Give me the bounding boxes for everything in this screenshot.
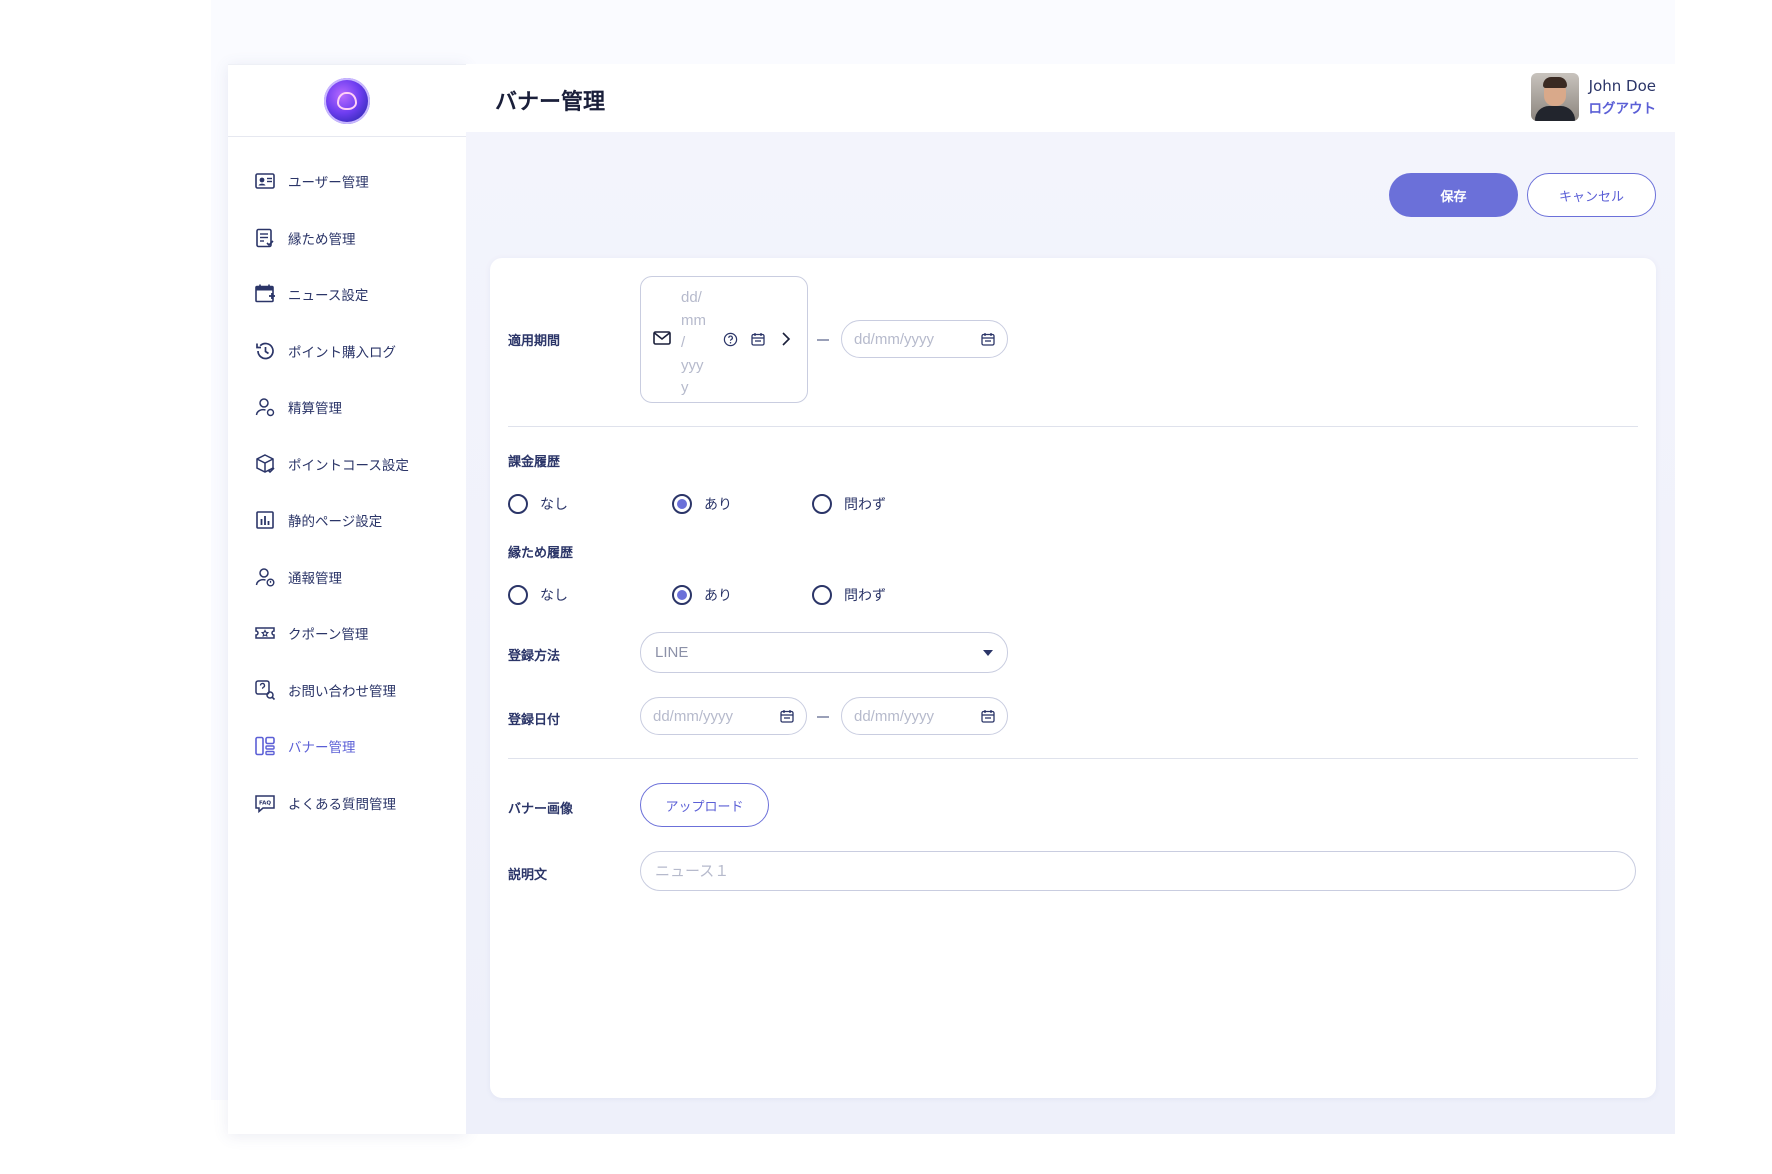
billing-history-label: 課金履歴 xyxy=(508,455,561,470)
radio-button[interactable] xyxy=(812,585,832,605)
cancel-button[interactable]: キャンセル xyxy=(1527,173,1656,217)
billing-option-yes[interactable]: あり xyxy=(672,494,732,514)
faq-icon: FAQ xyxy=(252,792,278,814)
page-title: バナー管理 xyxy=(495,90,606,115)
sidebar-item-label: よくある質問管理 xyxy=(288,796,396,813)
save-button[interactable]: 保存 xyxy=(1389,173,1518,217)
sidebar-item-label: ポイントコース設定 xyxy=(288,457,409,474)
avatar[interactable] xyxy=(1530,73,1579,121)
placeholder-line: yyy xyxy=(681,356,704,374)
sidebar-item-search-help[interactable]: お問い合わせ管理 xyxy=(228,662,466,719)
radio-button[interactable] xyxy=(508,585,528,605)
user-menu: John Doe ログアウト xyxy=(1530,73,1657,121)
mail-icon xyxy=(653,331,671,345)
radio-button[interactable] xyxy=(812,494,832,514)
banner-image-label: バナー画像 xyxy=(508,802,574,817)
range-separator xyxy=(817,339,829,341)
id-card-icon xyxy=(252,170,278,192)
sidebar-item-faq[interactable]: FAQ よくある質問管理 xyxy=(228,775,466,832)
topbar xyxy=(466,64,1675,132)
radio-button-selected[interactable] xyxy=(672,494,692,514)
ftame-option-yes[interactable]: あり xyxy=(672,585,732,605)
logout-link[interactable]: ログアウト xyxy=(1589,97,1657,117)
sidebar-item-label: 通報管理 xyxy=(288,570,342,587)
sidebar-item-label: ユーザー管理 xyxy=(288,175,369,192)
placeholder-line: / xyxy=(681,334,686,351)
calendar-add-icon xyxy=(252,283,278,305)
sidebar-item-label: ポイント購入ログ xyxy=(288,344,396,361)
radio-button[interactable] xyxy=(508,494,528,514)
sidebar-item-label: 精算管理 xyxy=(288,401,342,418)
billing-option-any[interactable]: 問わず xyxy=(812,494,886,514)
help-circle-icon xyxy=(723,332,738,347)
sidebar-item-calendar-add[interactable]: ニュース設定 xyxy=(228,266,466,323)
sidebar-item-layout[interactable]: バナー管理 xyxy=(228,718,466,775)
bar-chart-icon xyxy=(252,509,278,531)
register-date-label: 登録日付 xyxy=(508,713,561,728)
description-label: 説明文 xyxy=(508,868,548,883)
sidebar-item-label: 縁ため管理 xyxy=(288,231,356,248)
upload-button[interactable]: アップロード xyxy=(640,783,769,827)
placeholder-line: dd/ xyxy=(681,289,702,306)
sidebar-item-label: クポーン管理 xyxy=(288,627,369,644)
history-icon xyxy=(252,340,278,362)
register-method-label: 登録方法 xyxy=(508,649,561,664)
user-settings-icon xyxy=(252,396,278,418)
register-method-select[interactable]: LINE xyxy=(640,632,1008,673)
period-start-input[interactable]: dd/mm / yyy y xyxy=(640,276,808,403)
radio-button-selected[interactable] xyxy=(672,585,692,605)
period-end-input[interactable]: dd/mm/yyyy xyxy=(841,320,1008,358)
placeholder-line: mm xyxy=(681,311,706,329)
box-check-icon xyxy=(252,453,278,475)
user-alert-icon xyxy=(252,566,278,588)
calendar-icon[interactable] xyxy=(981,709,995,723)
sidebar-item-user-alert[interactable]: 通報管理 xyxy=(228,549,466,606)
sidebar-item-bar-chart[interactable]: 静的ページ設定 xyxy=(228,492,466,549)
svg-text:FAQ: FAQ xyxy=(259,800,271,806)
ftame-history-label: 縁ため履歴 xyxy=(508,546,574,561)
period-end-placeholder: dd/mm/yyyy xyxy=(854,330,935,348)
search-help-icon xyxy=(252,679,278,701)
placeholder-line: y xyxy=(681,379,689,396)
period-start-placeholder: dd/mm / yyy y xyxy=(681,287,715,400)
calendar-icon[interactable] xyxy=(751,332,765,346)
register-date-start-placeholder: dd/mm/yyyy xyxy=(653,707,734,725)
section-divider xyxy=(508,758,1638,759)
ftame-option-none[interactable]: なし xyxy=(508,585,568,605)
coupon-icon xyxy=(252,622,278,644)
sidebar-item-user-settings[interactable]: 精算管理 xyxy=(228,379,466,436)
sidebar-item-document-check[interactable]: 縁ため管理 xyxy=(228,210,466,267)
register-date-end-placeholder: dd/mm/yyyy xyxy=(854,707,935,725)
calendar-icon[interactable] xyxy=(780,709,794,723)
layout-icon xyxy=(252,735,278,757)
sidebar-item-id-card[interactable]: ユーザー管理 xyxy=(228,153,466,210)
user-name: John Doe xyxy=(1588,77,1656,95)
sidebar-item-coupon[interactable]: クポーン管理 xyxy=(228,605,466,662)
sidebar-item-label: ニュース設定 xyxy=(288,288,369,305)
brand-logo[interactable] xyxy=(324,77,370,124)
logo-area xyxy=(228,65,466,137)
period-label: 適用期間 xyxy=(508,334,561,349)
sidebar-item-history[interactable]: ポイント購入ログ xyxy=(228,323,466,380)
description-input[interactable] xyxy=(640,851,1636,891)
register-date-end-input[interactable]: dd/mm/yyyy xyxy=(841,697,1008,735)
sidebar-nav: ユーザー管理 縁ため管理ニュース設定ポイント購入ログ 精算管理ポイントコース設定 静的… xyxy=(228,137,466,831)
billing-option-none[interactable]: なし xyxy=(508,494,568,514)
range-separator xyxy=(817,716,829,718)
chevron-right-icon[interactable] xyxy=(781,331,791,347)
calendar-icon[interactable] xyxy=(981,332,995,346)
section-divider xyxy=(508,426,1638,427)
register-date-start-input[interactable]: dd/mm/yyyy xyxy=(640,697,807,735)
sidebar-item-box-check[interactable]: ポイントコース設定 xyxy=(228,436,466,493)
register-method-value: LINE xyxy=(655,644,689,661)
ftame-option-any[interactable]: 問わず xyxy=(812,585,886,605)
document-check-icon xyxy=(252,227,278,249)
sidebar: ユーザー管理 縁ため管理ニュース設定ポイント購入ログ 精算管理ポイントコース設定 静的… xyxy=(228,64,466,1134)
sidebar-item-label: バナー管理 xyxy=(288,740,356,757)
sidebar-item-label: 静的ページ設定 xyxy=(288,514,383,531)
sidebar-item-label: お問い合わせ管理 xyxy=(288,683,396,700)
caret-down-icon xyxy=(983,649,993,656)
